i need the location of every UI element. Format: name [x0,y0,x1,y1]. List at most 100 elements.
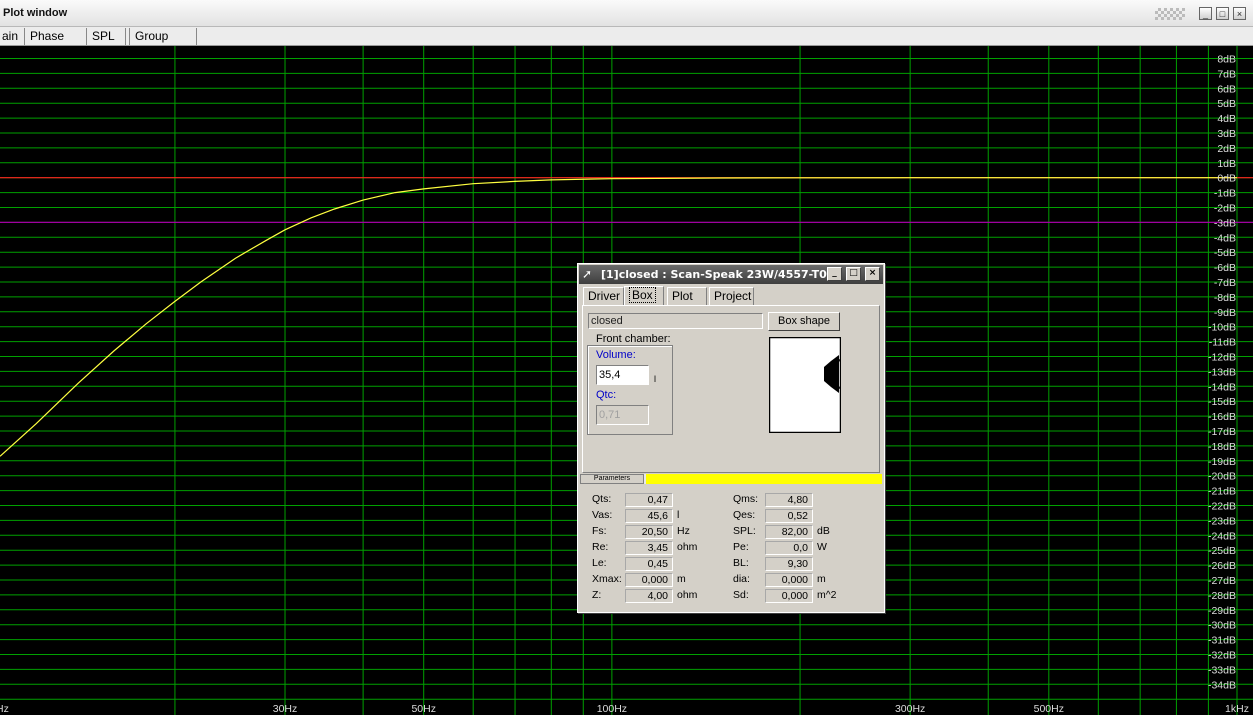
qtc-label: Qtc: [596,389,617,401]
param-value: 45,6 [625,509,673,523]
param-value: 82,00 [765,525,813,539]
y-tick-label: -14dB [1208,381,1236,393]
param-label: Qms: [733,493,759,505]
y-tick-label: -34dB [1208,679,1236,691]
y-tick-label: 4dB [1217,113,1236,125]
y-tick-label: 5dB [1217,98,1236,110]
volume-input[interactable]: 35,4 [596,365,649,385]
tab-driver[interactable]: Driver [583,287,624,305]
y-tick-label: -15dB [1208,396,1236,408]
parameters-highlight-bar [646,474,882,484]
tab-project[interactable]: Project [709,287,754,305]
x-tick-label: 50Hz [411,703,436,715]
tab-plot[interactable]: Plot [667,287,707,305]
param-label: Re: [592,541,609,553]
y-tick-label: 3dB [1217,128,1236,140]
close-icon[interactable]: × [1233,7,1246,20]
y-tick-label: -27dB [1208,575,1236,587]
y-tick-label: -29dB [1208,605,1236,617]
y-tick-label: -26dB [1208,560,1236,572]
param-label: Fs: [592,525,607,537]
y-tick-label: -12dB [1208,352,1236,364]
volume-unit: l [654,374,656,384]
tab-box[interactable]: Box [624,286,664,305]
param-unit: ohm [677,541,698,553]
param-label: Xmax: [592,573,622,585]
param-value: 4,00 [625,589,673,603]
param-value: 0,52 [765,509,813,523]
param-value: 0,000 [625,573,673,587]
y-tick-label: -13dB [1208,366,1236,378]
y-tick-label: -3dB [1214,217,1236,229]
y-tick-label: -17dB [1208,426,1236,438]
param-label: dia: [733,573,750,585]
param-value: 0,000 [765,589,813,603]
y-tick-label: -24dB [1208,530,1236,542]
param-unit: ohm [677,589,698,601]
dialog-minimize-button[interactable]: _ [827,267,842,281]
y-tick-label: -8dB [1214,292,1236,304]
y-tick-label: 0dB [1217,173,1236,185]
minimize-icon[interactable]: _ [1199,7,1212,20]
tab-phase-plot[interactable]: Phase plot [25,28,87,59]
y-tick-label: -9dB [1214,307,1236,319]
param-unit: m [817,573,826,585]
param-value: 4,80 [765,493,813,507]
tab-gain[interactable]: ain [0,28,25,45]
box-shape-button[interactable]: Box shape [768,312,840,331]
param-value: 0,0 [765,541,813,555]
param-label: Qts: [592,493,612,505]
y-tick-label: 2dB [1217,143,1236,155]
maximize-icon[interactable]: □ [1216,7,1229,20]
dialog-close-button[interactable]: × [865,267,880,281]
y-tick-label: -30dB [1208,620,1236,632]
param-value: 9,30 [765,557,813,571]
tab-spl[interactable]: SPL [87,28,126,45]
parameters-tab[interactable]: Parameters [580,474,644,484]
x-tick-label: Hz [0,703,9,715]
x-tick-label: 100Hz [597,703,627,715]
y-tick-label: -21dB [1208,486,1236,498]
y-tick-label: -18dB [1208,441,1236,453]
y-tick-label: -23dB [1208,515,1236,527]
param-unit: dB [817,525,830,537]
x-tick-label: 30Hz [273,703,298,715]
y-tick-label: 6dB [1217,83,1236,95]
param-label: Z: [592,589,602,601]
y-tick-label: -6dB [1214,262,1236,274]
y-tick-label: -28dB [1208,590,1236,602]
y-tick-label: -11dB [1209,337,1236,349]
param-value: 0,000 [765,573,813,587]
parameters-divider: Parameters [580,474,882,484]
param-unit: W [817,541,827,553]
y-tick-label: -20dB [1208,471,1236,483]
x-tick-label: 500Hz [1034,703,1064,715]
param-value: 3,45 [625,541,673,555]
param-unit: l [677,509,680,521]
y-tick-label: 8dB [1217,54,1236,66]
param-label: BL: [733,557,749,569]
tab-group-delay[interactable]: Group delay [129,28,197,59]
dialog-title: [1]closed : Scan-Speak 23W/4557-T00 [601,268,835,281]
window-titlebar: Plot window _ □ × [0,0,1253,27]
y-tick-label: 1dB [1217,158,1236,170]
param-label: Qes: [733,509,756,521]
param-value: 20,50 [625,525,673,539]
y-tick-label: -4dB [1214,232,1236,244]
y-tick-label: -32dB [1208,650,1236,662]
param-label: Vas: [592,509,613,521]
volume-label: Volume: [596,349,636,361]
y-tick-label: -10dB [1208,322,1236,334]
param-unit: m [677,573,686,585]
y-tick-label: 7dB [1217,68,1236,80]
window-title: Plot window [3,7,68,19]
param-unit: Hz [677,525,690,537]
dialog-caption[interactable]: ➚ [1]closed : Scan-Speak 23W/4557-T00 _ … [579,265,883,284]
param-value: 0,47 [625,493,673,507]
dialog-maximize-button[interactable]: □ [846,267,861,281]
param-label: Sd: [733,589,749,601]
driver-box-dialog[interactable]: ➚ [1]closed : Scan-Speak 23W/4557-T00 _ … [577,263,885,613]
y-tick-label: -5dB [1214,247,1236,259]
param-label: SPL: [733,525,756,537]
qtc-field: 0,71 [596,405,649,425]
